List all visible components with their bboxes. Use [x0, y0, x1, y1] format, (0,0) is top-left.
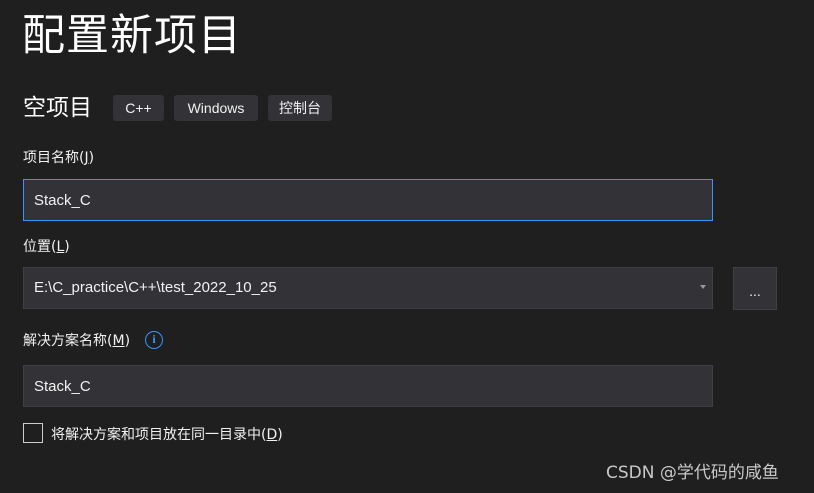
chevron-down-icon[interactable]: [700, 285, 706, 289]
tag-windows: Windows: [174, 95, 258, 121]
same-directory-label[interactable]: 将解决方案和项目放在同一目录中(D): [51, 425, 283, 445]
location-combobox[interactable]: E:\C_practice\C++\test_2022_10_25: [23, 267, 713, 309]
project-name-label: 项目名称(J): [23, 150, 95, 166]
watermark: CSDN @学代码的咸鱼: [606, 463, 779, 483]
location-value: E:\C_practice\C++\test_2022_10_25: [34, 279, 277, 296]
tag-cpp: C++: [113, 95, 164, 121]
info-icon[interactable]: i: [145, 331, 163, 349]
solution-name-label: 解决方案名称(M): [23, 333, 131, 349]
page-title: 配置新项目: [22, 11, 242, 61]
tag-console: 控制台: [268, 95, 332, 121]
location-label: 位置(L): [23, 239, 70, 255]
browse-button[interactable]: ...: [733, 267, 777, 310]
project-name-input[interactable]: [23, 179, 713, 221]
same-directory-checkbox[interactable]: [23, 423, 43, 443]
solution-name-input[interactable]: [23, 365, 713, 407]
template-name: 空项目: [23, 95, 92, 121]
